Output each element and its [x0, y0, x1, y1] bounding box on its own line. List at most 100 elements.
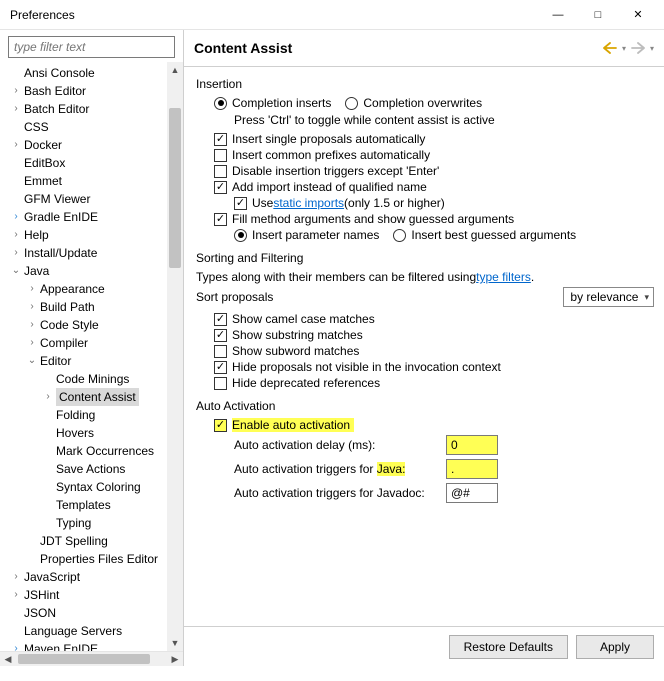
sidebar-hscroll[interactable]: ◀ ▶ [0, 651, 183, 666]
tree-item[interactable]: Syntax Coloring [0, 478, 183, 496]
completion-overwrites-radio[interactable] [345, 97, 358, 110]
sort-proposals-combo[interactable]: by relevance ▾ [563, 287, 654, 307]
tree-twisty-icon[interactable]: › [26, 280, 38, 298]
minimize-button[interactable]: — [538, 0, 578, 30]
tree-twisty-icon[interactable]: › [10, 208, 22, 226]
hscroll-thumb[interactable] [18, 654, 165, 664]
camel-checkbox[interactable] [214, 313, 227, 326]
tree-item[interactable]: Language Servers [0, 622, 183, 640]
tree-twisty-icon[interactable]: › [26, 316, 38, 334]
tree-item[interactable]: Ansi Console [0, 64, 183, 82]
tree-twisty-icon[interactable]: › [10, 136, 22, 154]
close-button[interactable]: ✕ [618, 0, 658, 30]
java-trigger-input[interactable] [446, 459, 498, 479]
tree-twisty-icon[interactable]: › [10, 82, 22, 100]
static-imports-link[interactable]: static imports [273, 196, 344, 210]
tree-item[interactable]: ⌄Java [0, 262, 183, 280]
tree-item-label: Code Style [40, 316, 99, 334]
tree-item-label: Java [24, 262, 49, 280]
tree-item[interactable]: Properties Files Editor [0, 550, 183, 568]
tree-item[interactable]: Code Minings [0, 370, 183, 388]
scroll-thumb[interactable] [169, 108, 181, 268]
tree-item-label: GFM Viewer [24, 190, 90, 208]
tree-item[interactable]: JSON [0, 604, 183, 622]
restore-defaults-button[interactable]: Restore Defaults [449, 635, 568, 659]
tree-twisty-icon[interactable]: › [26, 298, 38, 316]
insert-single-checkbox[interactable] [214, 133, 227, 146]
tree-item[interactable]: ›Code Style [0, 316, 183, 334]
tree-item[interactable]: Templates [0, 496, 183, 514]
tree-twisty-icon[interactable]: › [10, 100, 22, 118]
nav-forward-button[interactable] [630, 40, 646, 56]
tree-item[interactable]: EditBox [0, 154, 183, 172]
java-trigger-label-hl: Java: [377, 462, 406, 476]
tree-item[interactable]: ›Build Path [0, 298, 183, 316]
best-guessed-label: Insert best guessed arguments [411, 228, 576, 242]
tree-item[interactable]: Hovers [0, 424, 183, 442]
scroll-down-icon[interactable]: ▼ [167, 635, 183, 651]
tree-twisty-icon[interactable]: ⌄ [10, 262, 22, 280]
tree-item[interactable]: ›Compiler [0, 334, 183, 352]
scroll-up-icon[interactable]: ▲ [167, 62, 183, 78]
tree-item[interactable]: ›Install/Update [0, 244, 183, 262]
nav-dd2-icon[interactable]: ▾ [650, 44, 654, 53]
subword-checkbox[interactable] [214, 345, 227, 358]
tree-item[interactable]: JDT Spelling [0, 532, 183, 550]
hide-invocation-label: Hide proposals not visible in the invoca… [232, 360, 501, 374]
tree-twisty-icon[interactable]: › [10, 586, 22, 604]
completion-inserts-radio[interactable] [214, 97, 227, 110]
tree-item[interactable]: ›Content Assist [0, 388, 183, 406]
tree-item[interactable]: ›Appearance [0, 280, 183, 298]
tree-item[interactable]: GFM Viewer [0, 190, 183, 208]
tree-item[interactable]: ⌄Editor [0, 352, 183, 370]
tree-twisty-icon[interactable]: › [42, 388, 54, 406]
hide-invocation-checkbox[interactable] [214, 361, 227, 374]
tree-item[interactable]: ›Gradle EnIDE [0, 208, 183, 226]
tree-twisty-icon[interactable]: › [10, 640, 22, 651]
tree-item[interactable]: Save Actions [0, 460, 183, 478]
sidebar-scrollbar[interactable]: ▲ ▼ [167, 62, 183, 651]
tree-item-label: Ansi Console [24, 64, 95, 82]
tree-twisty-icon[interactable]: › [10, 226, 22, 244]
tree-item[interactable]: ›JavaScript [0, 568, 183, 586]
tree-item[interactable]: ›Bash Editor [0, 82, 183, 100]
hide-deprecated-checkbox[interactable] [214, 377, 227, 390]
tree-item[interactable]: CSS [0, 118, 183, 136]
tree-twisty-icon[interactable]: › [10, 568, 22, 586]
tree-item-label: JSON [24, 604, 56, 622]
tree-item[interactable]: Mark Occurrences [0, 442, 183, 460]
use-static-checkbox[interactable] [234, 197, 247, 210]
tree-twisty-icon[interactable]: ⌄ [26, 352, 38, 370]
fill-method-checkbox[interactable] [214, 213, 227, 226]
tree-item[interactable]: ›JSHint [0, 586, 183, 604]
insert-prefixes-checkbox[interactable] [214, 149, 227, 162]
filter-input[interactable] [8, 36, 175, 58]
type-filters-link[interactable]: type filters [476, 270, 531, 284]
javadoc-trigger-input[interactable] [446, 483, 498, 503]
tree-item[interactable]: Typing [0, 514, 183, 532]
best-guessed-radio[interactable] [393, 229, 406, 242]
tree-twisty-icon[interactable]: › [26, 334, 38, 352]
nav-back-button[interactable] [602, 40, 618, 56]
tree-item[interactable]: ›Maven EnIDE [0, 640, 183, 651]
param-names-radio[interactable] [234, 229, 247, 242]
tree-item[interactable]: Emmet [0, 172, 183, 190]
apply-button[interactable]: Apply [576, 635, 654, 659]
tree-twisty-icon[interactable]: › [10, 244, 22, 262]
add-import-checkbox[interactable] [214, 181, 227, 194]
hscroll-left-icon[interactable]: ◀ [0, 654, 16, 665]
sort-proposals-label: Sort proposals [196, 290, 273, 304]
disable-triggers-checkbox[interactable] [214, 165, 227, 178]
nav-dd-icon[interactable]: ▾ [622, 44, 626, 53]
substring-checkbox[interactable] [214, 329, 227, 342]
hscroll-right-icon[interactable]: ▶ [167, 654, 183, 665]
enable-auto-checkbox[interactable] [214, 419, 227, 432]
tree-item[interactable]: ›Docker [0, 136, 183, 154]
delay-input[interactable] [446, 435, 498, 455]
tree-item[interactable]: ›Help [0, 226, 183, 244]
preferences-tree[interactable]: Ansi Console›Bash Editor›Batch EditorCSS… [0, 62, 183, 651]
tree-item-label: Emmet [24, 172, 62, 190]
tree-item[interactable]: ›Batch Editor [0, 100, 183, 118]
tree-item[interactable]: Folding [0, 406, 183, 424]
maximize-button[interactable]: □ [578, 0, 618, 30]
